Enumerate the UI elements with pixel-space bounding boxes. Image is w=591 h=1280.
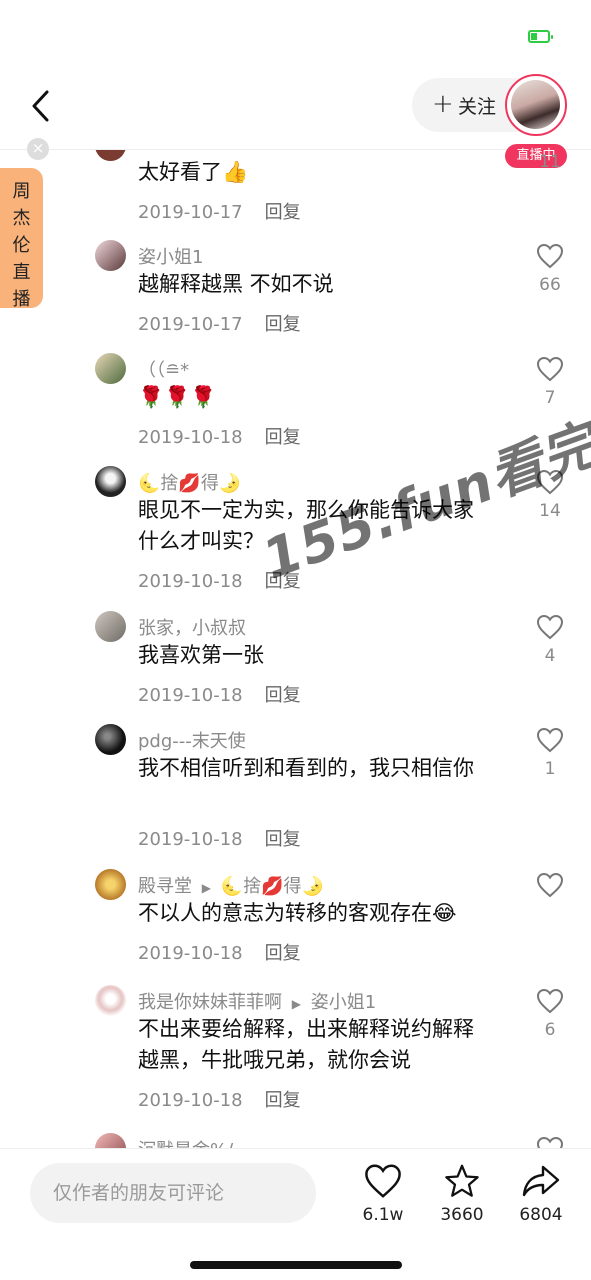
follow-label: 关注 [458,96,497,118]
comment-meta: 2019-10-18 回复 [138,825,301,851]
comment-username[interactable]: （（≘* [138,356,189,382]
like-count: 14 [539,501,561,521]
comment-date: 2019-10-18 [138,571,243,592]
plus-icon: + [432,89,454,119]
comment-date: 2019-10-18 [138,829,243,850]
like-count: 66 [539,275,561,295]
avatar[interactable] [95,724,126,755]
comment-date: 2019-10-18 [138,427,243,448]
heart-icon [536,988,564,1014]
comment-text: 🌹🌹🌹 [138,385,217,409]
reply-arrow-icon: ▶ [291,997,301,1011]
heart-icon [536,356,564,382]
comment-text: 越解释越黑 不如不说 [138,272,334,296]
like-button[interactable]: 4 [532,614,568,666]
comment-meta: 2019-10-17 回复 [138,198,301,224]
favorite-action-button[interactable]: 3660 [427,1163,497,1225]
comment-username[interactable]: 张家，小叔叔 [138,614,246,640]
share-icon [522,1165,560,1197]
like-button[interactable] [532,872,568,904]
favorite-total: 3660 [440,1205,484,1225]
heart-icon [536,727,564,753]
avatar[interactable] [95,869,126,900]
avatar[interactable] [95,240,126,271]
reply-author[interactable]: 我是你妹妹菲菲啊 [138,992,282,1013]
like-button[interactable]: 7 [532,356,568,408]
comment-input[interactable]: 仅作者的朋友可评论 [30,1163,316,1223]
like-count: 4 [544,646,556,666]
comment-text: 不以人的意志为转移的客观存在😂 [138,901,457,925]
heart-icon [536,243,564,269]
avatar[interactable] [95,1133,126,1148]
comment-date: 2019-10-18 [138,943,243,964]
comment-meta: 2019-10-18 回复 [138,681,301,707]
comment-meta: 2019-10-18 回复 [138,423,301,449]
comment-meta: 2019-10-18 回复 [138,939,301,965]
avatar[interactable] [95,150,126,161]
comment-text: 我喜欢第一张 [138,643,264,667]
like-action-button[interactable]: 6.1w [348,1163,418,1225]
bottom-action-bar: 仅作者的朋友可评论 6.1w 3660 6804 [0,1148,591,1280]
comment-username[interactable]: 🌜捨💋得🌛 [138,469,241,495]
author-avatar[interactable] [505,74,567,136]
comment-date: 2019-10-17 [138,314,243,335]
home-indicator [190,1261,402,1269]
heart-icon [365,1164,401,1198]
reply-target[interactable]: 姿小姐1 [311,992,376,1013]
like-total: 6.1w [362,1205,404,1225]
comment-username: 我是你妹妹菲菲啊 ▶ 姿小姐1 [138,988,376,1014]
reply-target[interactable]: 🌜捨💋得🌛 [221,876,324,897]
reply-button[interactable]: 回复 [265,685,301,706]
avatar[interactable] [95,353,126,384]
like-button[interactable]: 6 [532,988,568,1040]
heart-icon [536,614,564,640]
comment-date: 2019-10-17 [138,202,243,223]
star-icon [445,1164,479,1197]
comment-list[interactable]: 太好看了👍 2019-10-17 回复 11 姿小姐1 越解释越黑 不如不说 20… [0,150,591,1148]
comment-username: 殿寻堂 ▶ 🌜捨💋得🌛 [138,872,324,898]
comment-text: 太好看了👍 [138,160,249,184]
comment-text: 我不相信听到和看到的，我只相信你 [138,756,474,780]
heart-icon [536,1136,564,1148]
reply-author[interactable]: 殿寻堂 [138,876,192,897]
share-total: 6804 [519,1205,563,1225]
reply-button[interactable]: 回复 [265,1090,301,1111]
reply-arrow-icon: ▶ [201,881,211,895]
reply-button[interactable]: 回复 [265,943,301,964]
avatar[interactable] [95,985,126,1016]
comment-username[interactable]: pdg---末天使 [138,727,246,753]
comment-text: 不出来要给解释，出来解释说约解释越黑，牛批哦兄弟，就你会说 [138,1017,474,1072]
reply-button[interactable]: 回复 [265,427,301,448]
reply-button[interactable]: 回复 [265,314,301,335]
like-button[interactable]: 1 [532,727,568,779]
like-count: 6 [544,1020,556,1040]
reply-button[interactable]: 回复 [265,829,301,850]
header-bar: + 关注 直播中 [0,70,591,168]
back-button[interactable] [22,86,62,126]
comment-date: 2019-10-18 [138,1090,243,1111]
avatar[interactable] [95,611,126,642]
like-count: 11 [539,152,561,172]
like-button[interactable] [532,1136,568,1148]
like-button[interactable]: 11 [532,150,568,172]
like-count: 1 [544,759,556,779]
comment-meta: 2019-10-17 回复 [138,310,301,336]
comment-date: 2019-10-18 [138,685,243,706]
share-action-button[interactable]: 6804 [506,1163,576,1225]
chevron-left-icon [32,90,49,122]
like-button[interactable]: 66 [532,243,568,295]
comment-username[interactable]: 姿小姐1 [138,243,203,269]
heart-icon [536,872,564,898]
avatar[interactable] [95,466,126,497]
reply-button[interactable]: 回复 [265,202,301,223]
comment-username[interactable]: 沉默是金%/ [138,1136,233,1148]
comment-meta: 2019-10-18 回复 [138,1086,301,1112]
battery-icon [528,30,553,43]
